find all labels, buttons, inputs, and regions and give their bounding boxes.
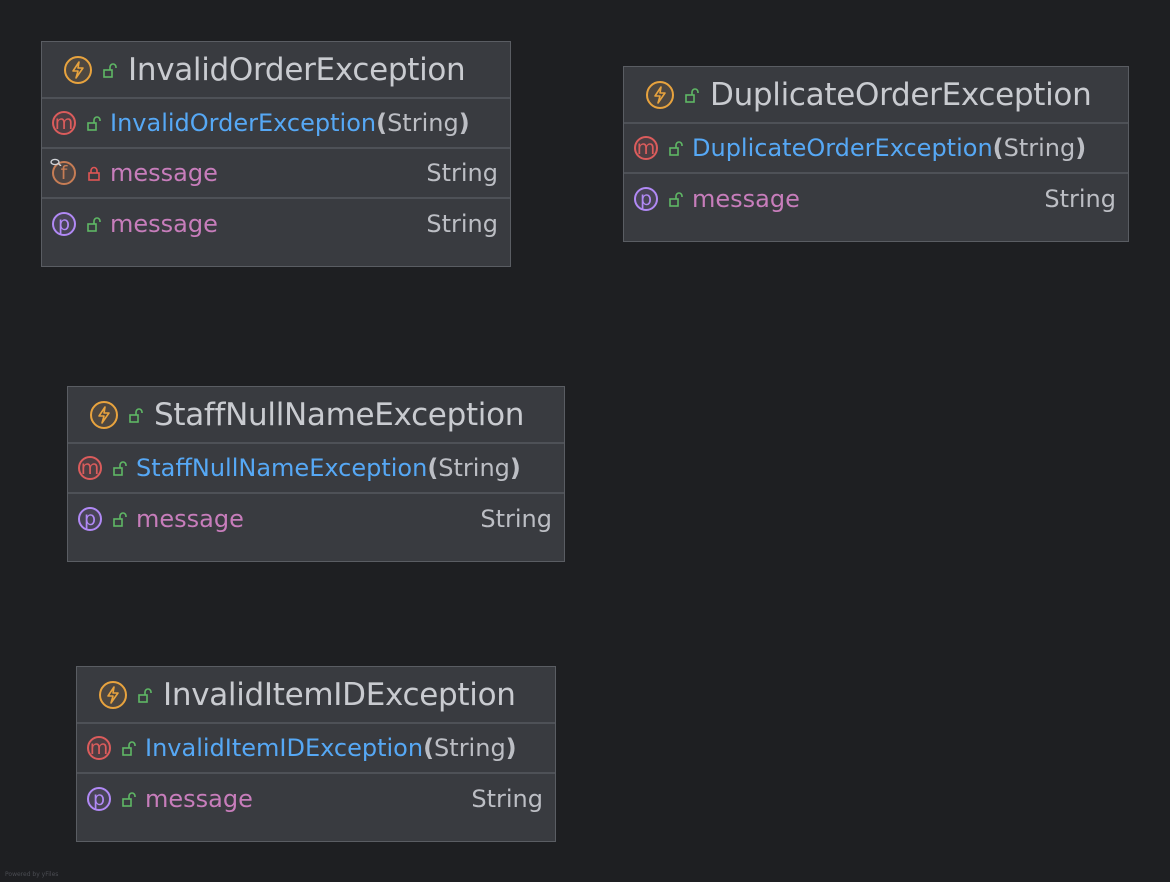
property-row[interactable]: p message String	[68, 494, 564, 544]
property-row[interactable]: p message String	[77, 774, 555, 824]
unlocked-icon	[87, 217, 101, 232]
constructor-name: InvalidOrderException	[110, 109, 377, 137]
constructor-row[interactable]: m InvalidOrderException(String)	[42, 99, 510, 149]
paren-open: (	[423, 734, 435, 762]
paren-close: )	[505, 734, 517, 762]
unlocked-icon	[669, 141, 683, 156]
class-header[interactable]: InvalidOrderException	[42, 42, 510, 99]
constructor-row[interactable]: m DuplicateOrderException(String)	[624, 124, 1128, 174]
field-name: message	[110, 159, 218, 187]
class-box-invalid-item-id-exception[interactable]: InvalidItemIDException m InvalidItemIDEx…	[76, 666, 556, 842]
constructor-signature: InvalidItemIDException(String)	[145, 734, 517, 762]
constructor-signature: DuplicateOrderException(String)	[692, 134, 1086, 162]
property-type: String	[480, 505, 552, 533]
property-row[interactable]: p message String	[624, 174, 1128, 224]
class-title: StaffNullNameException	[154, 396, 525, 433]
constructor-name: StaffNullNameException	[136, 454, 428, 482]
field-badge-icon: f	[50, 158, 76, 185]
constructor-name: DuplicateOrderException	[692, 134, 993, 162]
property-type: String	[1044, 185, 1116, 213]
exception-class-icon	[90, 400, 118, 429]
property-badge-icon: p	[52, 212, 76, 236]
unlocked-icon	[113, 512, 127, 527]
method-badge-icon: m	[87, 736, 111, 760]
class-box-duplicate-order-exception[interactable]: DuplicateOrderException m DuplicateOrder…	[623, 66, 1129, 242]
exception-class-icon	[646, 80, 674, 109]
param-type: String	[438, 454, 510, 482]
property-type: String	[426, 210, 498, 238]
class-header[interactable]: StaffNullNameException	[68, 387, 564, 444]
unlocked-icon	[87, 116, 101, 131]
unlocked-icon	[138, 687, 152, 703]
unlocked-icon	[113, 461, 127, 476]
unlocked-icon	[122, 792, 136, 807]
unlocked-icon	[685, 87, 699, 103]
unlocked-icon	[669, 192, 683, 207]
field-type: String	[426, 159, 498, 187]
locked-icon	[88, 166, 100, 181]
property-name: message	[692, 185, 800, 213]
class-header[interactable]: InvalidItemIDException	[77, 667, 555, 724]
property-badge-icon: p	[87, 787, 111, 811]
field-row[interactable]: f message String	[42, 149, 510, 199]
param-type: String	[387, 109, 459, 137]
constructor-signature: InvalidOrderException(String)	[110, 109, 470, 137]
method-badge-icon: m	[78, 456, 102, 480]
constructor-row[interactable]: m InvalidItemIDException(String)	[77, 724, 555, 774]
paren-close: )	[458, 109, 470, 137]
unlocked-icon	[129, 407, 143, 423]
exception-class-icon	[99, 680, 127, 709]
constructor-signature: StaffNullNameException(String)	[136, 454, 521, 482]
property-badge-icon: p	[78, 507, 102, 531]
paren-close: )	[509, 454, 521, 482]
method-badge-icon: m	[634, 136, 658, 160]
watermark: Powered by yFiles	[5, 871, 59, 878]
paren-open: (	[992, 134, 1004, 162]
exception-class-icon	[64, 55, 92, 84]
method-badge-icon: m	[52, 111, 76, 135]
unlocked-icon	[103, 62, 117, 78]
property-name: message	[136, 505, 244, 533]
class-box-invalid-order-exception[interactable]: InvalidOrderException m InvalidOrderExce…	[41, 41, 511, 267]
paren-close: )	[1075, 134, 1087, 162]
constructor-name: InvalidItemIDException	[145, 734, 424, 762]
unlocked-icon	[122, 741, 136, 756]
class-header[interactable]: DuplicateOrderException	[624, 67, 1128, 124]
paren-open: (	[376, 109, 388, 137]
property-type: String	[471, 785, 543, 813]
param-type: String	[434, 734, 506, 762]
property-badge-icon: p	[634, 187, 658, 211]
constructor-row[interactable]: m StaffNullNameException(String)	[68, 444, 564, 494]
class-box-staff-null-name-exception[interactable]: StaffNullNameException m StaffNullNameEx…	[67, 386, 565, 562]
property-name: message	[145, 785, 253, 813]
final-modifier-icon	[50, 158, 62, 166]
field-badge-letter: f	[60, 161, 68, 184]
property-row[interactable]: p message String	[42, 199, 510, 249]
class-title: InvalidOrderException	[128, 51, 466, 88]
param-type: String	[1003, 134, 1076, 162]
class-title: InvalidItemIDException	[163, 676, 516, 713]
paren-open: (	[427, 454, 439, 482]
class-title: DuplicateOrderException	[710, 76, 1092, 113]
property-name: message	[110, 210, 218, 238]
